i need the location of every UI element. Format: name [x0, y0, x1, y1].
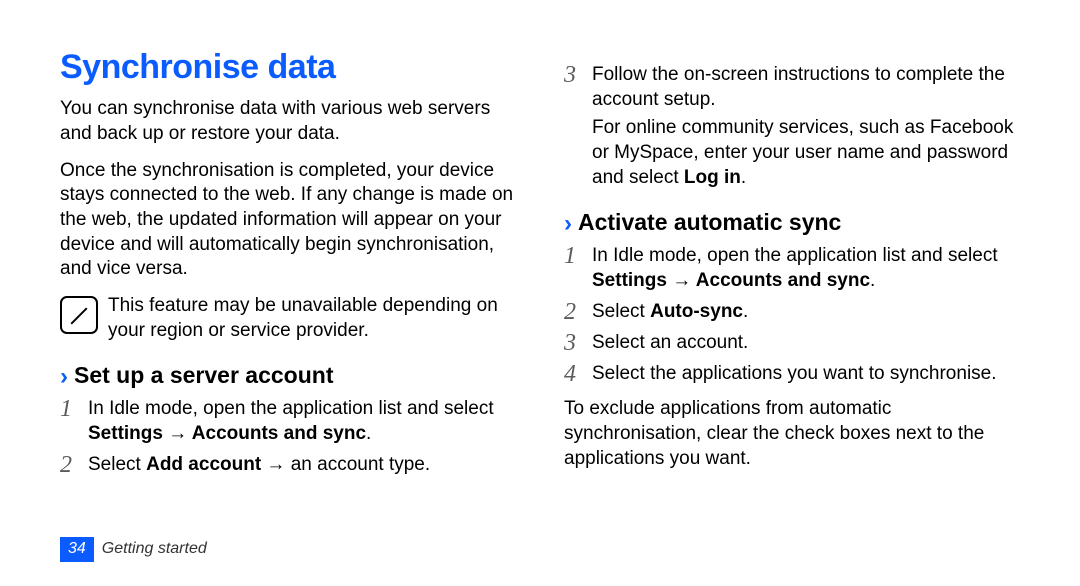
step-number: 2 [564, 300, 582, 325]
two-column-layout: Synchronise data You can synchronise dat… [60, 45, 1020, 484]
footer-section: Getting started [102, 539, 207, 560]
step-body: In Idle mode, open the application list … [592, 244, 1020, 293]
section-title: Synchronise data [60, 45, 516, 89]
step: 1 In Idle mode, open the application lis… [60, 397, 516, 446]
step-text: In Idle mode, open the application list … [88, 398, 494, 419]
step-text-tail: . [366, 423, 371, 444]
note-callout: This feature may be unavailable dependin… [60, 294, 516, 343]
step-body: Select Add account → an account type. [88, 453, 516, 478]
note-text: This feature may be unavailable dependin… [108, 294, 516, 343]
step-text-tail: → an account type. [261, 454, 430, 475]
step-number: 3 [564, 63, 582, 88]
step-bold: Settings → Accounts and sync [88, 423, 366, 444]
step-number: 2 [60, 453, 78, 478]
subsection-title: Set up a server account [74, 361, 334, 391]
step-number: 1 [564, 244, 582, 269]
step: 3 Follow the on-screen instructions to c… [564, 63, 1020, 190]
intro-paragraph-2: Once the synchronisation is completed, y… [60, 159, 516, 282]
column-left: Synchronise data You can synchronise dat… [60, 45, 516, 484]
chevron-icon: › [60, 365, 68, 389]
step-text-pre: For online community services, such as F… [592, 117, 1013, 187]
step-bold: Add account [146, 454, 261, 475]
step-text-tail: . [870, 270, 875, 291]
step-text: Follow the on-screen instructions to com… [592, 63, 1020, 112]
step-bold: Settings → Accounts and sync [592, 270, 870, 291]
step-text: Select [88, 454, 146, 475]
step-body: Select the applications you want to sync… [592, 362, 1020, 387]
subsection-setup-server: › Set up a server account [60, 361, 516, 391]
note-icon [60, 296, 98, 334]
step-bold: Auto-sync [650, 301, 743, 322]
step: 3 Select an account. [564, 331, 1020, 356]
subsection-activate-sync: › Activate automatic sync [564, 208, 1020, 238]
step-number: 4 [564, 362, 582, 387]
page-footer: 34 Getting started [60, 537, 207, 562]
step-text: Select [592, 301, 650, 322]
chevron-icon: › [564, 212, 572, 236]
step: 2 Select Auto-sync. [564, 300, 1020, 325]
step: 4 Select the applications you want to sy… [564, 362, 1020, 387]
step-body: Select Auto-sync. [592, 300, 1020, 325]
manual-page: Synchronise data You can synchronise dat… [0, 0, 1080, 586]
step-body: In Idle mode, open the application list … [88, 397, 516, 446]
step-text-tail: . [741, 167, 746, 188]
step-text: In Idle mode, open the application list … [592, 245, 998, 266]
intro-paragraph-1: You can synchronise data with various we… [60, 97, 516, 146]
outro-paragraph: To exclude applications from automatic s… [564, 397, 1020, 471]
step: 2 Select Add account → an account type. [60, 453, 516, 478]
column-right: 3 Follow the on-screen instructions to c… [564, 45, 1020, 484]
subsection-title: Activate automatic sync [578, 208, 841, 238]
step-number: 3 [564, 331, 582, 356]
step-number: 1 [60, 397, 78, 422]
step: 1 In Idle mode, open the application lis… [564, 244, 1020, 293]
page-number: 34 [60, 537, 94, 562]
step-body: Follow the on-screen instructions to com… [592, 63, 1020, 190]
step-text-tail: . [743, 301, 748, 322]
step-bold: Log in [684, 167, 741, 188]
step-text-extra: For online community services, such as F… [592, 116, 1020, 190]
step-body: Select an account. [592, 331, 1020, 356]
